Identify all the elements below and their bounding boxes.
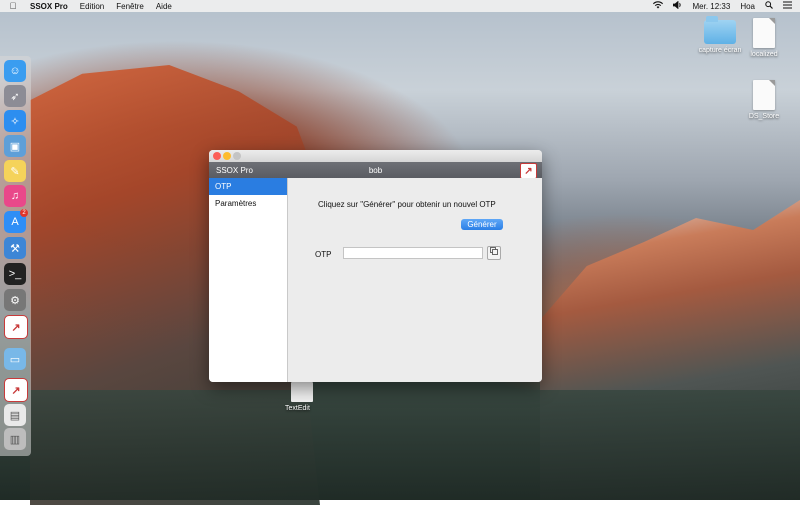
ssox-pro-window: SSOX Pro bob ↗ OTP Paramètres Cliquez su…	[209, 150, 542, 382]
dock-item-app-store[interactable]: A2	[4, 209, 28, 233]
sidebar: OTP Paramètres	[209, 178, 288, 382]
sidebar-item-otp[interactable]: OTP	[209, 178, 287, 195]
menu-edition[interactable]: Edition	[80, 2, 104, 11]
dock-item-terminal[interactable]: >_	[4, 263, 26, 285]
dock-item-launchpad[interactable]: ➶	[4, 85, 26, 107]
dock-item-finder[interactable]: ☺	[4, 60, 26, 82]
dock-item-ssox-pro[interactable]: ↗	[4, 315, 28, 339]
dock-item-itunes[interactable]: ♫	[4, 185, 26, 207]
dock-item-safari[interactable]: ✧	[4, 110, 26, 132]
textedit-document-icon[interactable]	[291, 382, 313, 402]
desktop-file-localized[interactable]: localized	[729, 18, 799, 58]
otp-instruction-text: Cliquez sur "Générer" pour obtenir un no…	[318, 200, 496, 209]
volume-icon[interactable]	[672, 0, 683, 11]
otp-panel: Cliquez sur "Générer" pour obtenir un no…	[288, 178, 542, 382]
trash-icon: ▥	[9, 433, 21, 446]
app-store-icon: A	[11, 216, 19, 228]
ssox-logo-icon: ↗	[11, 384, 21, 397]
dock-item-applications-folder[interactable]: ▭	[4, 348, 26, 370]
zoom-window-button[interactable]	[233, 152, 241, 160]
finder-icon: ☺	[9, 65, 21, 77]
ssox-logo-icon: ↗	[520, 163, 537, 179]
dock-item-preview[interactable]: ▣	[4, 135, 26, 157]
file-icon	[753, 18, 775, 48]
notification-center-icon[interactable]	[783, 1, 792, 11]
window-toolbar: SSOX Pro bob ↗	[209, 162, 542, 179]
wifi-icon[interactable]	[652, 1, 663, 11]
menu-bar:  SSOX Pro Edition Fenêtre Aide Mer. 12:…	[0, 0, 800, 12]
music-icon: ♫	[10, 190, 20, 202]
file-icon	[753, 80, 775, 110]
dock-item-system-preferences[interactable]: ⚙	[4, 289, 26, 311]
sidebar-item-parametres[interactable]: Paramètres	[209, 195, 287, 212]
dock-item-xcode[interactable]: ⚒	[4, 237, 26, 259]
generate-button[interactable]: Générer	[461, 219, 503, 230]
clock[interactable]: Mer. 12:33	[693, 2, 731, 11]
dock-item-ssox-pro-2[interactable]: ↗	[4, 378, 28, 402]
menu-fenetre[interactable]: Fenêtre	[116, 2, 144, 11]
minimize-window-button[interactable]	[223, 152, 231, 160]
copy-otp-button[interactable]	[487, 246, 501, 260]
otp-field[interactable]	[343, 247, 483, 259]
rocket-icon: ➶	[10, 90, 20, 103]
desktop-icon-label: localized	[750, 51, 778, 58]
menu-aide[interactable]: Aide	[156, 2, 172, 11]
copy-icon	[490, 247, 498, 255]
desktop-icon-label: DS_Store	[748, 113, 780, 120]
user-name[interactable]: Hoa	[740, 2, 755, 11]
notes-icon: ✎	[10, 165, 20, 178]
otp-field-label: OTP	[315, 250, 332, 259]
desktop-icon-label-textedit[interactable]: TextEdit	[285, 405, 310, 412]
ssox-logo-icon: ↗	[11, 321, 21, 334]
dock: ☺ ➶ ✧ ▣ ✎ ♫ A 2 ⚒ >_ ⚙ ↗ ▭ ↗ ▤ ▥	[0, 56, 31, 456]
close-window-button[interactable]	[213, 152, 221, 160]
document-icon: ▤	[9, 409, 21, 422]
notification-badge: 2	[20, 209, 28, 217]
window-titlebar[interactable]	[209, 150, 542, 162]
dock-item-trash[interactable]: ▥	[4, 428, 26, 450]
folder-icon: ▭	[9, 353, 21, 366]
gear-icon: ⚙	[10, 294, 20, 307]
terminal-icon: >_	[8, 268, 22, 280]
desktop-file-ds-store[interactable]: DS_Store	[729, 80, 799, 120]
menu-app-name[interactable]: SSOX Pro	[30, 2, 68, 11]
compass-icon: ✧	[10, 115, 20, 128]
dock-item-document[interactable]: ▤	[4, 404, 26, 426]
hammer-icon: ⚒	[10, 242, 20, 255]
spotlight-search-icon[interactable]	[765, 1, 773, 11]
wallpaper-valley	[0, 390, 800, 500]
logged-in-user: bob	[368, 166, 383, 175]
dock-item-notes[interactable]: ✎	[4, 160, 26, 182]
photo-icon: ▣	[9, 140, 21, 153]
apple-icon[interactable]: 	[8, 1, 18, 11]
